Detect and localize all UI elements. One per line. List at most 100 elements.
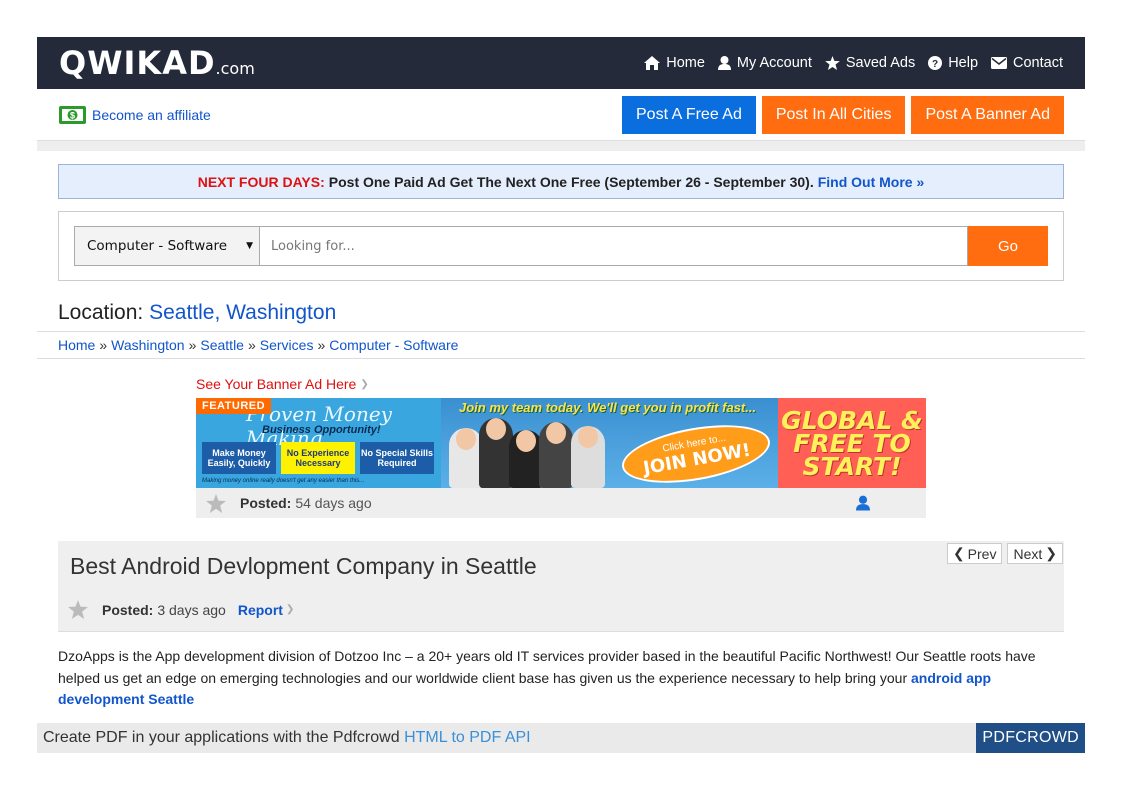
pdf-footer-text-wrap: Create PDF in your applications with the…: [43, 729, 531, 747]
banner-left-panel: Proven Money Making Business Opportunity…: [196, 398, 441, 488]
banner-cta-label: See Your Banner Ad Here: [196, 376, 357, 392]
report-label: Report: [237, 601, 283, 618]
top-header: QWIKAD.com Home My Account Saved Ads ? H…: [37, 37, 1085, 89]
go-button[interactable]: Go: [968, 226, 1048, 266]
featured-badge: FEATURED: [196, 398, 272, 414]
breadcrumb-separator: »: [247, 337, 256, 353]
sub-header: $ Become an affiliate Post A Free Ad Pos…: [37, 89, 1085, 141]
next-button[interactable]: Next ❯: [1007, 543, 1063, 564]
nav-my-account-label: My Account: [736, 55, 812, 71]
affiliate-label: Become an affiliate: [92, 106, 211, 123]
nav-home[interactable]: Home: [644, 55, 705, 71]
banner-person-image: [509, 430, 543, 488]
page: QWIKAD.com Home My Account Saved Ads ? H…: [37, 37, 1085, 711]
pdf-api-link[interactable]: HTML to PDF API: [404, 729, 531, 746]
chevron-left-icon: ❮: [952, 545, 965, 561]
report-link[interactable]: Report ❯: [238, 602, 295, 618]
nav-saved-ads[interactable]: Saved Ads: [825, 55, 915, 71]
home-icon: [644, 56, 661, 70]
money-bill-icon: $: [59, 105, 86, 124]
pdf-footer-text: Create PDF in your applications with the…: [43, 729, 400, 746]
promo-find-out-more-link[interactable]: Find Out More »: [818, 174, 925, 190]
nav-help[interactable]: ? Help: [928, 55, 978, 71]
nav-contact-label: Contact: [1013, 55, 1063, 71]
banner-subheadline: Business Opportunity!: [262, 424, 381, 436]
promo-body: Post One Paid Ad Get The Next One Free (…: [328, 173, 814, 190]
listing-posted-value: 3 days ago: [157, 601, 226, 618]
banner-person-image: [449, 428, 483, 488]
banner-person-image: [571, 426, 605, 488]
banner-person-image: [539, 422, 573, 488]
next-label: Next: [1013, 545, 1043, 562]
affiliate-link[interactable]: $ Become an affiliate: [59, 105, 211, 124]
breadcrumb-separator: »: [188, 337, 197, 353]
star-icon[interactable]: [68, 600, 88, 619]
nav-help-label: Help: [948, 55, 979, 71]
listing-header: Best Android Devlopment Company in Seatt…: [58, 541, 1064, 631]
location-value-link[interactable]: Seattle, Washington: [149, 301, 336, 324]
banner-ad-section: See Your Banner Ad Here ❯ Proven Money M…: [196, 376, 926, 518]
divider-strip: [37, 141, 1085, 151]
banner-right-text: GLOBAL & FREE TO START!: [781, 405, 923, 481]
listing-title: Best Android Devlopment Company in Seatt…: [70, 553, 537, 579]
svg-text:$: $: [70, 110, 75, 120]
nav-saved-ads-label: Saved Ads: [845, 55, 916, 71]
nav-my-account[interactable]: My Account: [717, 55, 812, 71]
banner-posted-value: 54 days ago: [295, 495, 372, 511]
envelope-icon: [991, 57, 1008, 69]
listing-description: DzoApps is the App development division …: [58, 631, 1064, 711]
banner-ad-image[interactable]: Proven Money Making Business Opportunity…: [196, 398, 926, 488]
question-circle-icon: ?: [928, 56, 943, 70]
top-nav: Home My Account Saved Ads ? Help Contact: [644, 55, 1063, 71]
listing-posted-label: Posted:: [102, 601, 154, 618]
banner-right-panel: GLOBAL & FREE TO START!: [778, 398, 926, 488]
category-select[interactable]: Computer - Software ▼: [74, 226, 260, 266]
nav-home-label: Home: [666, 55, 705, 71]
logo-suffix: .com: [215, 59, 255, 78]
breadcrumb: Home» Washington» Seattle» Services» Com…: [37, 331, 1085, 359]
site-logo[interactable]: QWIKAD.com: [59, 44, 255, 82]
nav-contact[interactable]: Contact: [991, 55, 1063, 71]
svg-text:?: ?: [932, 59, 938, 70]
banner-posted-label: Posted:: [240, 495, 292, 511]
pager: ❮ Prev Next ❯: [946, 543, 1063, 564]
banner-fine-print: Making money online really doesn't get a…: [202, 478, 365, 484]
user-icon[interactable]: [856, 495, 870, 514]
chevron-right-icon: ❯: [1045, 545, 1057, 561]
search-bar: Computer - Software ▼ Go: [58, 211, 1064, 281]
see-your-banner-link[interactable]: See Your Banner Ad Here ❯: [196, 376, 926, 392]
post-buttons: Post A Free Ad Post In All Cities Post A…: [622, 95, 1064, 134]
description-text: DzoApps is the App development division …: [58, 648, 1036, 686]
banner-join-text: Join my team today. We'll get you in pro…: [459, 400, 757, 415]
breadcrumb-separator: »: [99, 337, 108, 353]
breadcrumb-home[interactable]: Home: [58, 337, 95, 353]
breadcrumb-services[interactable]: Services: [260, 337, 314, 353]
pdf-footer: Create PDF in your applications with the…: [37, 723, 1085, 753]
search-input[interactable]: [260, 226, 968, 266]
banner-feature-box: No Special Skills Required: [360, 442, 434, 474]
listing-meta: Posted: 3 days ago Report ❯: [68, 600, 294, 619]
banner-join-now-bubble: Click here to... JOIN NOW!: [617, 415, 775, 488]
prev-button[interactable]: ❮ Prev: [946, 543, 1003, 564]
banner-feature-box: Make Money Easily, Quickly: [202, 442, 276, 474]
pdfcrowd-logo[interactable]: PDFCROWD: [976, 723, 1085, 753]
banner-person-image: [479, 418, 513, 488]
chevron-down-icon: ❯: [285, 604, 295, 615]
star-icon: [825, 56, 840, 70]
category-select-value: Computer - Software: [87, 238, 228, 254]
location-label: Location:: [58, 301, 144, 324]
star-icon[interactable]: [206, 493, 226, 513]
post-banner-ad-button[interactable]: Post A Banner Ad: [911, 95, 1064, 134]
breadcrumb-seattle[interactable]: Seattle: [200, 337, 244, 353]
breadcrumb-washington[interactable]: Washington: [111, 337, 184, 353]
post-all-cities-button[interactable]: Post In All Cities: [761, 95, 906, 134]
location-heading: Location: Seattle, Washington: [58, 301, 1085, 325]
banner-feature-box: No Experience Necessary: [281, 442, 355, 474]
chevron-down-icon: ❯: [360, 378, 369, 390]
promo-banner: NEXT FOUR DAYS: Post One Paid Ad Get The…: [58, 164, 1064, 199]
post-free-ad-button[interactable]: Post A Free Ad: [622, 95, 756, 134]
prev-label: Prev: [967, 545, 997, 562]
breadcrumb-separator: »: [317, 337, 326, 353]
logo-main: QWIKAD: [59, 44, 216, 82]
breadcrumb-computer-software[interactable]: Computer - Software: [329, 337, 458, 353]
